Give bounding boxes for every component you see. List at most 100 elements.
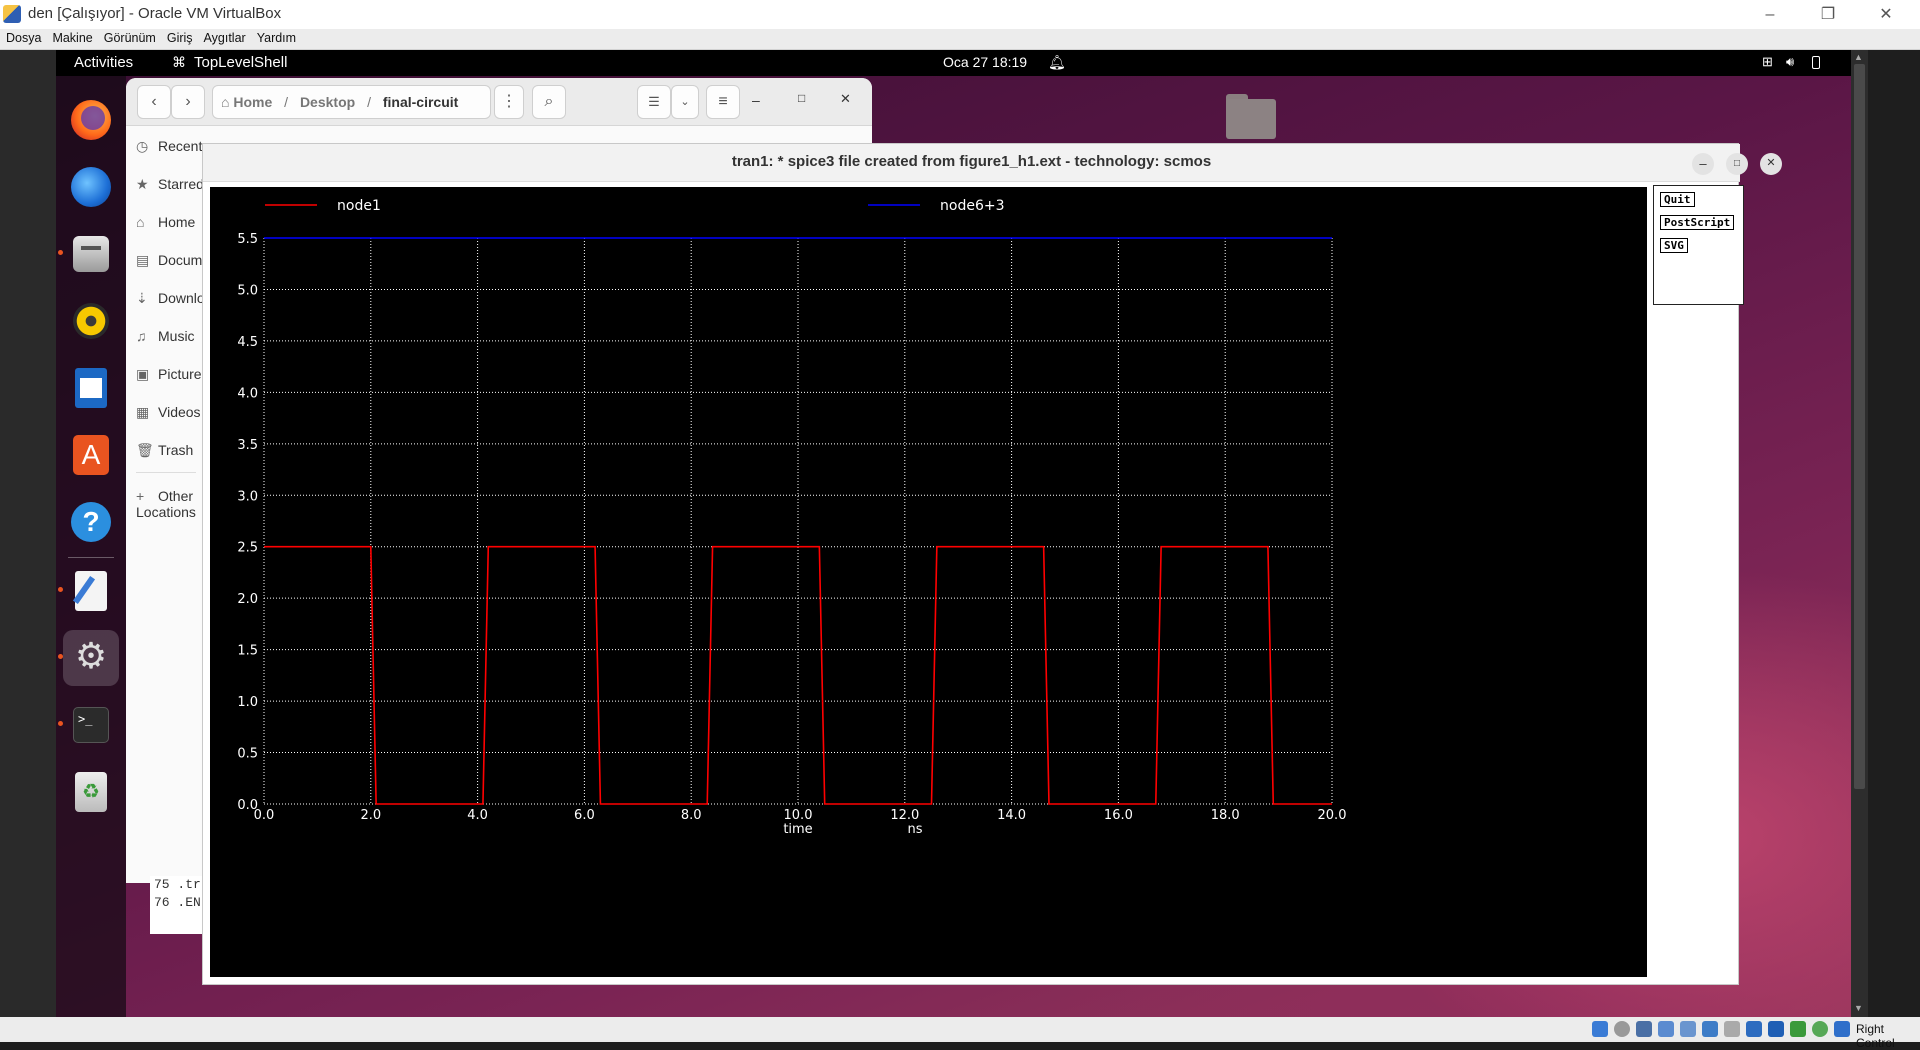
usb-icon[interactable] [1658, 1021, 1674, 1037]
editor-line: 75 .tr [154, 877, 201, 892]
scroll-up-icon[interactable]: ▲ [1854, 52, 1863, 62]
scroll-down-icon[interactable]: ▼ [1854, 1003, 1863, 1013]
host-titlebar: den [Çalışıyor] - Oracle VM VirtualBox –… [0, 0, 1920, 29]
display-icon[interactable] [1702, 1021, 1718, 1037]
help-icon[interactable]: ? [63, 494, 119, 550]
series-line-node1 [264, 545, 1332, 805]
firefox-icon[interactable] [63, 92, 119, 148]
volume-icon[interactable]: 🔊︎ [1786, 54, 1794, 70]
x-tick-label: 4.0 [467, 808, 488, 823]
text-editor-icon[interactable] [63, 563, 119, 619]
gnome-topbar: Activities ⌘ TopLevelShell Oca 27 18:19 … [56, 50, 1851, 76]
home-icon: ⌂ [136, 214, 145, 230]
forward-button[interactable]: › [171, 85, 205, 119]
desktop-folder-icon[interactable] [1222, 90, 1278, 140]
path-bar[interactable]: ⌂ Home / Desktop / final-circuit [212, 85, 491, 119]
close-icon[interactable]: ✕ [1760, 153, 1782, 175]
trash-icon: 🗑︎ [136, 442, 154, 458]
svg-button[interactable]: SVG [1660, 238, 1688, 253]
network-icon[interactable]: ⊞ [1762, 54, 1773, 70]
shared-folders-icon[interactable] [1680, 1021, 1696, 1037]
restore-icon[interactable]: ❐ [1808, 3, 1848, 27]
optical-drive-icon[interactable] [1592, 1021, 1608, 1037]
menu-aygitlar[interactable]: Aygıtlar [198, 29, 251, 45]
x-tick-label: 18.0 [1211, 808, 1240, 823]
rhythmbox-icon[interactable] [63, 293, 119, 349]
activities-button[interactable]: Activities [74, 54, 133, 71]
recording-icon[interactable] [1724, 1021, 1740, 1037]
plot-window[interactable]: tran1: * spice3 file created from figure… [202, 143, 1782, 985]
sidebar-divider [136, 472, 196, 473]
keyboard-capture-icon[interactable] [1834, 1021, 1850, 1037]
files-icon[interactable] [63, 226, 119, 282]
x-axis-label: time [783, 822, 812, 837]
audio-icon[interactable] [1614, 1021, 1630, 1037]
home-icon: ⌂ [221, 94, 230, 110]
hamburger-menu-icon[interactable]: ≡ [706, 85, 740, 119]
picture-icon: ▣ [136, 366, 150, 382]
vm-left-margin [0, 50, 56, 1017]
settings-icon[interactable]: ⚙ [63, 630, 119, 686]
minimize-icon[interactable]: – [1750, 3, 1790, 27]
breadcrumb-final-circuit[interactable]: final-circuit [383, 94, 458, 110]
legend-label: node6+3 [940, 198, 1004, 214]
x-tick-label: 10.0 [784, 808, 813, 823]
app-center-icon[interactable]: A [63, 427, 119, 483]
x-tick-label: 16.0 [1104, 808, 1133, 823]
y-tick-label: 1.0 [237, 695, 258, 710]
vm-scrollbar[interactable]: ▲ ▼ [1851, 50, 1868, 1017]
network-adapter-icon[interactable] [1636, 1021, 1652, 1037]
y-tick-label: 0.0 [237, 798, 258, 813]
y-tick-label: 3.5 [237, 438, 258, 453]
search-icon[interactable]: ⌕ [532, 85, 566, 119]
battery-icon[interactable] [1812, 56, 1820, 69]
menu-dosya[interactable]: Dosya [0, 29, 46, 45]
cpu-icon[interactable] [1746, 1021, 1762, 1037]
y-tick-label: 4.5 [237, 335, 258, 350]
plus-icon: + [136, 488, 145, 504]
menu-gorunum[interactable]: Görünüm [98, 29, 161, 45]
y-tick-label: 4.0 [237, 386, 258, 401]
quit-button[interactable]: Quit [1660, 192, 1695, 207]
postscript-button[interactable]: PostScript [1660, 215, 1735, 230]
notification-bell-icon: 🔔︎ [1048, 54, 1066, 70]
clock-icon: ◷ [136, 138, 149, 154]
menu-makine[interactable]: Makine [46, 29, 97, 45]
menu-yardim[interactable]: Yardım [251, 29, 301, 45]
close-icon[interactable]: ✕ [840, 91, 851, 107]
thunderbird-icon[interactable] [63, 159, 119, 215]
maximize-icon[interactable]: □ [1726, 153, 1748, 175]
path-menu-button[interactable]: ⋮ [494, 85, 524, 119]
trash-icon[interactable]: ♻ [63, 764, 119, 820]
x-tick-label: 20.0 [1318, 808, 1347, 823]
x-tick-label: 2.0 [360, 808, 381, 823]
back-button[interactable]: ‹ [137, 85, 171, 119]
host-menubar: Dosya Makine Görünüm Giriş Aygıtlar Yardım [0, 29, 1920, 50]
minimize-icon[interactable]: – [1692, 153, 1714, 175]
clock[interactable]: Oca 27 18:19 [943, 54, 1027, 70]
guest-additions-icon[interactable] [1790, 1021, 1806, 1037]
scrollbar-thumb[interactable] [1854, 64, 1865, 789]
text-editor-window[interactable]: 75 .tr 76 .EN [150, 876, 205, 934]
close-icon[interactable]: ✕ [1866, 3, 1906, 27]
maximize-icon[interactable]: □ [798, 91, 805, 105]
minimize-icon[interactable]: – [752, 92, 760, 108]
vm-display[interactable]: Activities ⌘ TopLevelShell Oca 27 18:19 … [56, 50, 1851, 1017]
virtualbox-icon [3, 5, 21, 23]
star-icon: ★ [136, 176, 149, 192]
plot-canvas[interactable]: 0.0 2.0 4.0 6.0 8.0 10.0 12.0 14.0 16.0 18.0 20.0 0… [210, 187, 1647, 977]
list-view-icon[interactable]: ☰ [637, 85, 671, 119]
breadcrumb-desktop[interactable]: Desktop [300, 94, 355, 110]
terminal-icon[interactable]: >_ [63, 697, 119, 753]
mouse-integration-icon[interactable] [1768, 1021, 1784, 1037]
document-icon: ▤ [136, 252, 150, 268]
app-menu[interactable]: TopLevelShell [194, 54, 287, 71]
menu-giris[interactable]: Giriş [161, 29, 198, 45]
libreoffice-writer-icon[interactable] [63, 360, 119, 416]
download-icon: ⇣ [136, 290, 148, 306]
breadcrumb-home[interactable]: Home [233, 94, 272, 110]
view-options-icon[interactable]: ⌄ [671, 85, 699, 119]
host-key-status-icon[interactable] [1812, 1021, 1828, 1037]
y-tick-label: 2.0 [237, 592, 258, 607]
music-icon: ♫ [136, 328, 147, 344]
